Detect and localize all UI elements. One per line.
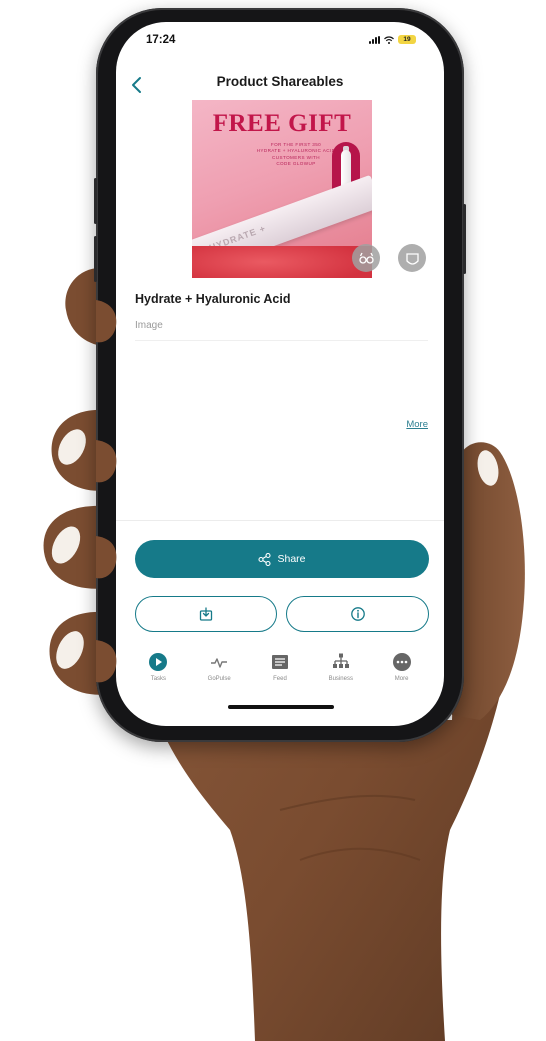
nav-item-business[interactable]: Business bbox=[315, 644, 367, 700]
battery-icon: 19 bbox=[398, 35, 416, 44]
glasses-icon bbox=[358, 252, 374, 264]
play-circle-icon bbox=[149, 653, 168, 671]
promo-image[interactable]: FREE GIFT FOR THE FIRST 350 HYDRATE + HY… bbox=[192, 100, 372, 278]
promo-headline: FREE GIFT bbox=[212, 110, 352, 137]
share-icon bbox=[258, 552, 272, 566]
more-link[interactable]: More bbox=[406, 419, 428, 430]
share-button-label: Share bbox=[277, 553, 306, 565]
nav-label: Feed bbox=[273, 676, 287, 682]
wifi-icon bbox=[384, 35, 394, 44]
info-button[interactable] bbox=[286, 596, 429, 632]
info-icon bbox=[350, 607, 365, 621]
nav-label: More bbox=[394, 676, 409, 682]
nav-label: GoPulse bbox=[207, 676, 231, 682]
status-time: 17:24 bbox=[146, 34, 176, 46]
share-button[interactable]: Share bbox=[135, 540, 429, 578]
volume-up-button bbox=[94, 178, 97, 224]
nav-item-gopulse[interactable]: GoPulse bbox=[193, 644, 245, 700]
nav-item-feed[interactable]: Feed bbox=[254, 644, 306, 700]
stage: 17:24 19 Product Shareables FREE GIFT FO… bbox=[0, 0, 546, 1041]
org-chart-icon bbox=[332, 653, 349, 668]
feed-icon bbox=[271, 655, 288, 669]
crop-button[interactable] bbox=[398, 244, 426, 272]
bottom-nav: Tasks GoPulse Feed Business More bbox=[116, 644, 444, 700]
divider bbox=[135, 340, 428, 341]
nav-label: Business bbox=[328, 676, 353, 682]
page-title: Product Shareables bbox=[216, 74, 344, 89]
gel-texture bbox=[192, 246, 372, 278]
download-button[interactable] bbox=[135, 596, 277, 632]
divider bbox=[116, 520, 444, 521]
more-dots-icon bbox=[392, 653, 411, 671]
power-button bbox=[463, 204, 466, 274]
volume-down-button bbox=[94, 236, 97, 282]
nav-item-more[interactable]: More bbox=[376, 644, 428, 700]
status-icons: 19 bbox=[369, 35, 416, 44]
asset-type-label: Image bbox=[135, 320, 163, 331]
signal-icon bbox=[369, 35, 380, 44]
nav-item-tasks[interactable]: Tasks bbox=[132, 644, 184, 700]
pulse-icon bbox=[211, 658, 228, 668]
home-indicator[interactable] bbox=[228, 705, 334, 709]
product-name: Hydrate + Hyaluronic Acid bbox=[135, 292, 291, 306]
nav-label: Tasks bbox=[150, 676, 167, 682]
preview-button[interactable] bbox=[352, 244, 380, 272]
download-icon bbox=[199, 607, 213, 621]
crop-frame-icon bbox=[405, 252, 419, 265]
app-screen: 17:24 19 Product Shareables FREE GIFT FO… bbox=[116, 22, 444, 726]
